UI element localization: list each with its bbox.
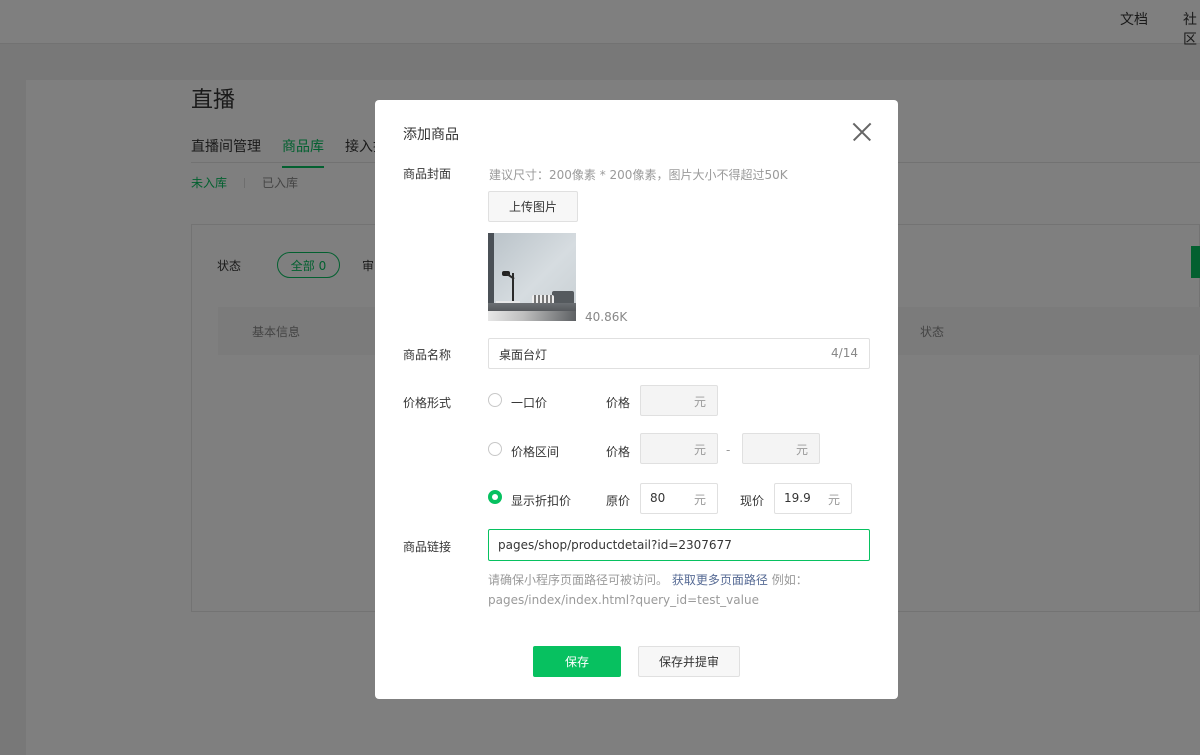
fixed-price-label: 一口价 (511, 396, 548, 410)
price-range-field-label: 价格 (606, 445, 631, 459)
link-label: 商品链接 (403, 540, 452, 554)
link-hint-prefix: 请确保小程序页面路径可被访问。 (488, 573, 669, 587)
more-paths-link[interactable]: 获取更多页面路径 (672, 573, 768, 587)
unit-label: 元 (693, 395, 706, 409)
price-form-label: 价格形式 (403, 396, 452, 410)
current-price-label: 现价 (740, 494, 765, 508)
close-icon[interactable] (852, 122, 872, 142)
product-link-input[interactable]: pages/shop/productdetail?id=2307677 (488, 529, 870, 561)
cover-file-size: 40.86K (585, 310, 628, 324)
radio-price-range[interactable] (488, 442, 502, 456)
upload-image-button[interactable]: 上传图片 (488, 191, 578, 222)
original-price-input[interactable]: 80 元 (640, 483, 718, 514)
product-name-value: 桌面台灯 (499, 348, 548, 362)
price-range-min-input[interactable]: 元 (640, 433, 718, 464)
product-name-counter: 4/14 (831, 346, 858, 360)
unit-label: 元 (827, 493, 840, 507)
current-price-input[interactable]: 19.9 元 (774, 483, 852, 514)
cover-thumbnail[interactable] (488, 233, 576, 321)
cover-label: 商品封面 (403, 167, 452, 181)
price-range-max-input[interactable]: 元 (742, 433, 820, 464)
product-name-input[interactable]: 桌面台灯 4/14 (488, 338, 870, 369)
original-price-value: 80 (650, 491, 666, 505)
discount-price-label: 显示折扣价 (511, 494, 572, 508)
add-product-dialog: 添加商品 商品封面 建议尺寸：200像素 * 200像素，图片大小不得超过50K… (375, 100, 898, 699)
unit-label: 元 (693, 493, 706, 507)
dialog-title: 添加商品 (403, 127, 459, 143)
range-separator: - (726, 443, 731, 457)
current-price-value: 19.9 (784, 491, 811, 505)
fixed-price-input[interactable]: 元 (640, 385, 718, 416)
product-link-value: pages/shop/productdetail?id=2307677 (498, 538, 732, 552)
save-button[interactable]: 保存 (533, 646, 621, 677)
fixed-price-field-label: 价格 (606, 396, 631, 410)
original-price-label: 原价 (606, 494, 631, 508)
link-hint: 请确保小程序页面路径可被访问。 获取更多页面路径 例如：pages/index/… (488, 570, 873, 610)
price-range-label: 价格区间 (511, 445, 560, 459)
radio-fixed-price[interactable] (488, 393, 502, 407)
unit-label: 元 (795, 443, 808, 457)
radio-discount-price[interactable] (488, 490, 502, 504)
name-label: 商品名称 (403, 348, 452, 362)
unit-label: 元 (693, 443, 706, 457)
save-and-submit-button[interactable]: 保存并提审 (638, 646, 740, 677)
cover-size-hint: 建议尺寸：200像素 * 200像素，图片大小不得超过50K (489, 168, 788, 182)
